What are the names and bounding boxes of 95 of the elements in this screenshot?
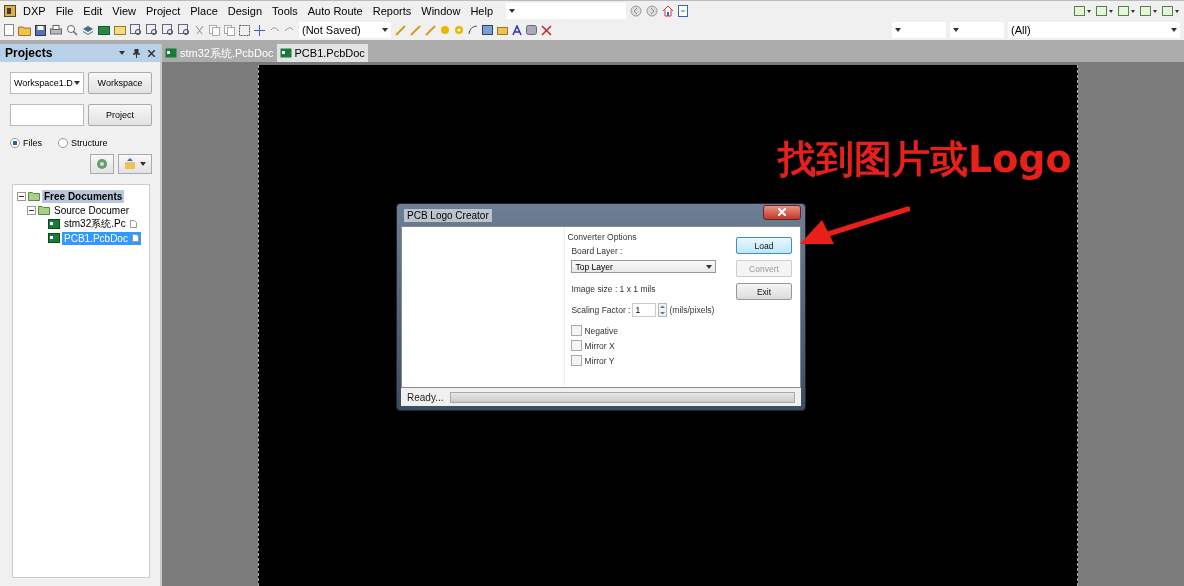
caret-icon[interactable] [119,51,125,55]
dialog-button[interactable]: Load [736,237,792,254]
menu-item[interactable]: DXP [20,4,49,17]
folder-icon[interactable] [18,24,31,36]
back-icon[interactable] [630,4,643,17]
radio-icon[interactable] [58,138,68,148]
folder-icon [38,205,50,215]
folder-icon[interactable] [114,24,126,36]
caret-icon [1171,28,1177,32]
panel-title: Projects [5,46,54,60]
tree-item[interactable]: Source Documer [52,203,132,217]
pcb-file-icon [48,233,60,243]
menu-item[interactable]: Edit [80,4,106,17]
export-button[interactable] [118,154,152,174]
menu-item[interactable]: View [109,4,139,17]
move-icon[interactable] [254,24,265,36]
annotation-text: 找到图片或Logo [778,136,1072,183]
arc-icon[interactable] [468,25,478,35]
folder-icon [28,191,40,201]
checkbox-option[interactable]: Mirror X [571,340,724,351]
dropdown-field[interactable] [950,22,1004,38]
cut-icon[interactable] [194,24,205,36]
menu-item[interactable]: Window [418,4,464,17]
pin-icon[interactable] [133,48,140,58]
select-rectangle-icon[interactable] [239,24,250,36]
board-icon[interactable] [98,24,110,36]
project-field[interactable] [10,104,84,126]
group-title: Converter Options [567,232,638,242]
menu-item[interactable]: Help [467,4,497,17]
address-field[interactable] [506,2,627,19]
toolbar-tool-icon[interactable] [1162,4,1180,17]
menu-item[interactable]: File [52,4,77,17]
close-icon[interactable] [148,49,155,57]
export-icon [124,158,136,170]
menu-item[interactable]: Reports [369,4,415,17]
pcb-file-icon [279,48,292,58]
radio-option[interactable]: Structure [58,138,108,148]
checkbox[interactable] [571,325,583,336]
tree-item[interactable]: Free Documents [42,189,125,203]
save-icon[interactable] [35,24,46,36]
caret-icon [706,264,713,269]
status-text: Ready... [407,391,444,403]
toolbar-tool-icon[interactable] [1074,4,1092,17]
checkbox-option[interactable]: Mirror Y [571,355,724,366]
image-size-text: Image size : 1 x 1 mils [571,284,657,294]
workspace-button[interactable]: Workspace [88,72,152,94]
workspace-dropdown[interactable]: Workspace1.D [10,72,84,94]
checkbox[interactable] [571,355,583,366]
new-file-icon[interactable] [4,24,14,36]
tree-item[interactable]: stm32系统.Pc [62,216,139,232]
field-label: Scaling Factor : [571,305,631,315]
dialog-title: PCB Logo Creator [404,208,492,222]
menu-item[interactable]: Project [143,4,184,17]
field-label: Board Layer : [571,246,624,256]
close-icon [778,208,786,216]
checkbox-option[interactable]: Negative [571,325,724,336]
caret-icon [509,8,516,13]
app-logo-icon [4,4,16,17]
pcb-file-icon [165,48,177,58]
compile-button[interactable] [90,154,114,174]
print-icon[interactable] [50,24,62,36]
caret-icon [140,162,146,166]
project-button[interactable]: Project [88,104,152,126]
board-layer-dropdown[interactable]: Top Layer [571,260,717,273]
toolbar-tool-icon[interactable] [1096,4,1114,17]
toolbar-tool-icon[interactable] [1118,4,1136,17]
dialog-button[interactable]: Exit [736,283,792,300]
scaling-field[interactable]: 1 [632,303,657,317]
dropdown-field[interactable] [892,22,946,38]
document-tab[interactable]: PCB1.PcbDoc [276,44,368,62]
close-button[interactable] [763,204,801,220]
caret-icon [74,81,80,85]
caret-icon [895,28,901,32]
caret-icon [953,28,959,32]
layer-stack-icon[interactable] [82,24,94,36]
home-icon[interactable] [662,4,675,17]
variant-dropdown[interactable]: (Not Saved) [299,22,391,38]
filter-dropdown[interactable]: (All) [1008,22,1180,38]
copy-icon[interactable] [209,24,220,36]
menu-item[interactable]: Design [224,4,265,17]
forward-icon[interactable] [646,4,659,17]
menu-item[interactable]: Tools [269,4,301,17]
radio-icon[interactable] [10,138,20,148]
checkbox[interactable] [571,340,583,351]
unit-label: (mils/pixels) [669,305,715,315]
collapse-icon[interactable] [17,191,26,201]
pcb-file-icon [48,219,60,229]
menu-item[interactable]: Auto Route [304,4,366,17]
page-icon[interactable] [678,4,689,17]
toolbar-tool-icon[interactable] [1140,4,1158,17]
spinner-arrows-icon[interactable] [658,303,668,317]
collapse-icon[interactable] [27,205,36,215]
radio-option[interactable]: Files [10,138,42,148]
menu-item[interactable]: Place [187,4,221,17]
caret-icon [382,28,388,32]
